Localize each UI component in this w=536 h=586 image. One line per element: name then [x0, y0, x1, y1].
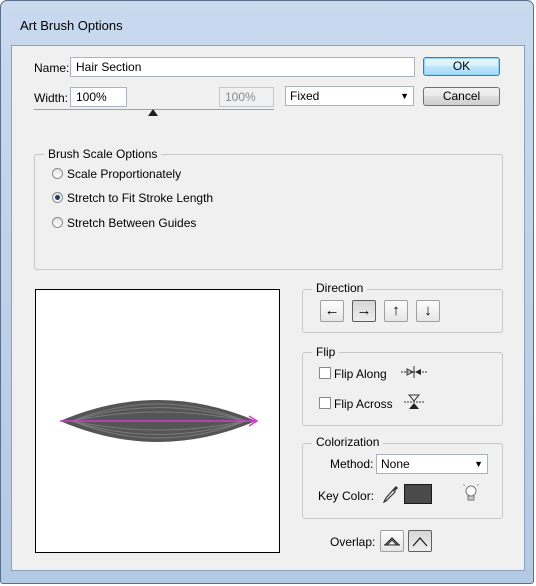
chevron-down-icon: ▼ [474, 459, 483, 469]
width-input[interactable]: 100% [70, 87, 127, 107]
key-color-label: Key Color: [318, 489, 375, 503]
width-variation-input: 100% [219, 87, 274, 107]
overlap-no-adjust-button[interactable] [408, 530, 432, 552]
scale-proportionately-radio[interactable] [52, 168, 63, 179]
flip-across-label[interactable]: Flip Across [334, 397, 393, 411]
flip-across-checkbox[interactable] [319, 397, 331, 409]
flip-title: Flip [312, 345, 340, 359]
ok-button[interactable]: OK [423, 57, 500, 76]
brush-scale-options-title: Brush Scale Options [44, 147, 162, 161]
flip-across-icon [404, 394, 424, 409]
stretch-to-fit-label[interactable]: Stretch to Fit Stroke Length [67, 191, 213, 205]
key-color-swatch[interactable] [404, 484, 432, 504]
name-input[interactable]: Hair Section [70, 57, 415, 77]
cancel-button[interactable]: Cancel [423, 87, 500, 106]
brush-preview-art [60, 400, 259, 442]
colorization-title: Colorization [312, 435, 384, 449]
dialog-window: Art Brush Options Name: Hair Section Wid… [0, 0, 534, 584]
direction-up-button[interactable]: ↑ [384, 300, 408, 322]
width-mode-value: Fixed [290, 89, 320, 103]
arrow-down-icon: ↓ [424, 302, 432, 319]
width-slider-handle[interactable] [148, 109, 158, 116]
chevron-down-icon: ▼ [400, 91, 409, 101]
stretch-between-guides-label[interactable]: Stretch Between Guides [67, 216, 196, 230]
flip-along-icon [401, 366, 427, 378]
stretch-to-fit-radio[interactable] [52, 192, 63, 203]
direction-down-button[interactable]: ↓ [416, 300, 440, 322]
arrow-left-icon: ← [324, 302, 340, 319]
flip-along-label[interactable]: Flip Along [334, 367, 387, 381]
flip-along-checkbox[interactable] [319, 367, 331, 379]
eyedropper-icon[interactable] [383, 485, 399, 503]
overlap-adjust-button[interactable] [380, 530, 404, 552]
method-label: Method: [330, 457, 374, 471]
lightbulb-tips-icon[interactable] [463, 484, 479, 504]
name-label: Name: [34, 61, 70, 75]
direction-title: Direction [312, 281, 368, 295]
method-select[interactable]: None ▼ [376, 454, 488, 474]
overlap-label: Overlap: [330, 535, 376, 549]
overlap-no-adjust-icon [412, 537, 428, 547]
width-mode-select[interactable]: Fixed ▼ [285, 86, 414, 106]
direction-left-button[interactable]: ← [320, 300, 344, 322]
method-value: None [381, 457, 410, 471]
stretch-between-guides-radio[interactable] [52, 217, 63, 228]
window-title: Art Brush Options [20, 18, 123, 33]
dialog-body: Name: Hair Section Width: 100% 100% Fixe… [11, 45, 525, 571]
arrow-up-icon: ↑ [392, 302, 400, 319]
scale-proportionately-label[interactable]: Scale Proportionately [67, 167, 181, 181]
direction-right-button[interactable]: → [352, 300, 376, 322]
arrow-right-icon: → [356, 302, 372, 319]
brush-preview [35, 289, 280, 553]
overlap-adjust-icon [384, 537, 400, 546]
width-label: Width: [34, 91, 69, 105]
